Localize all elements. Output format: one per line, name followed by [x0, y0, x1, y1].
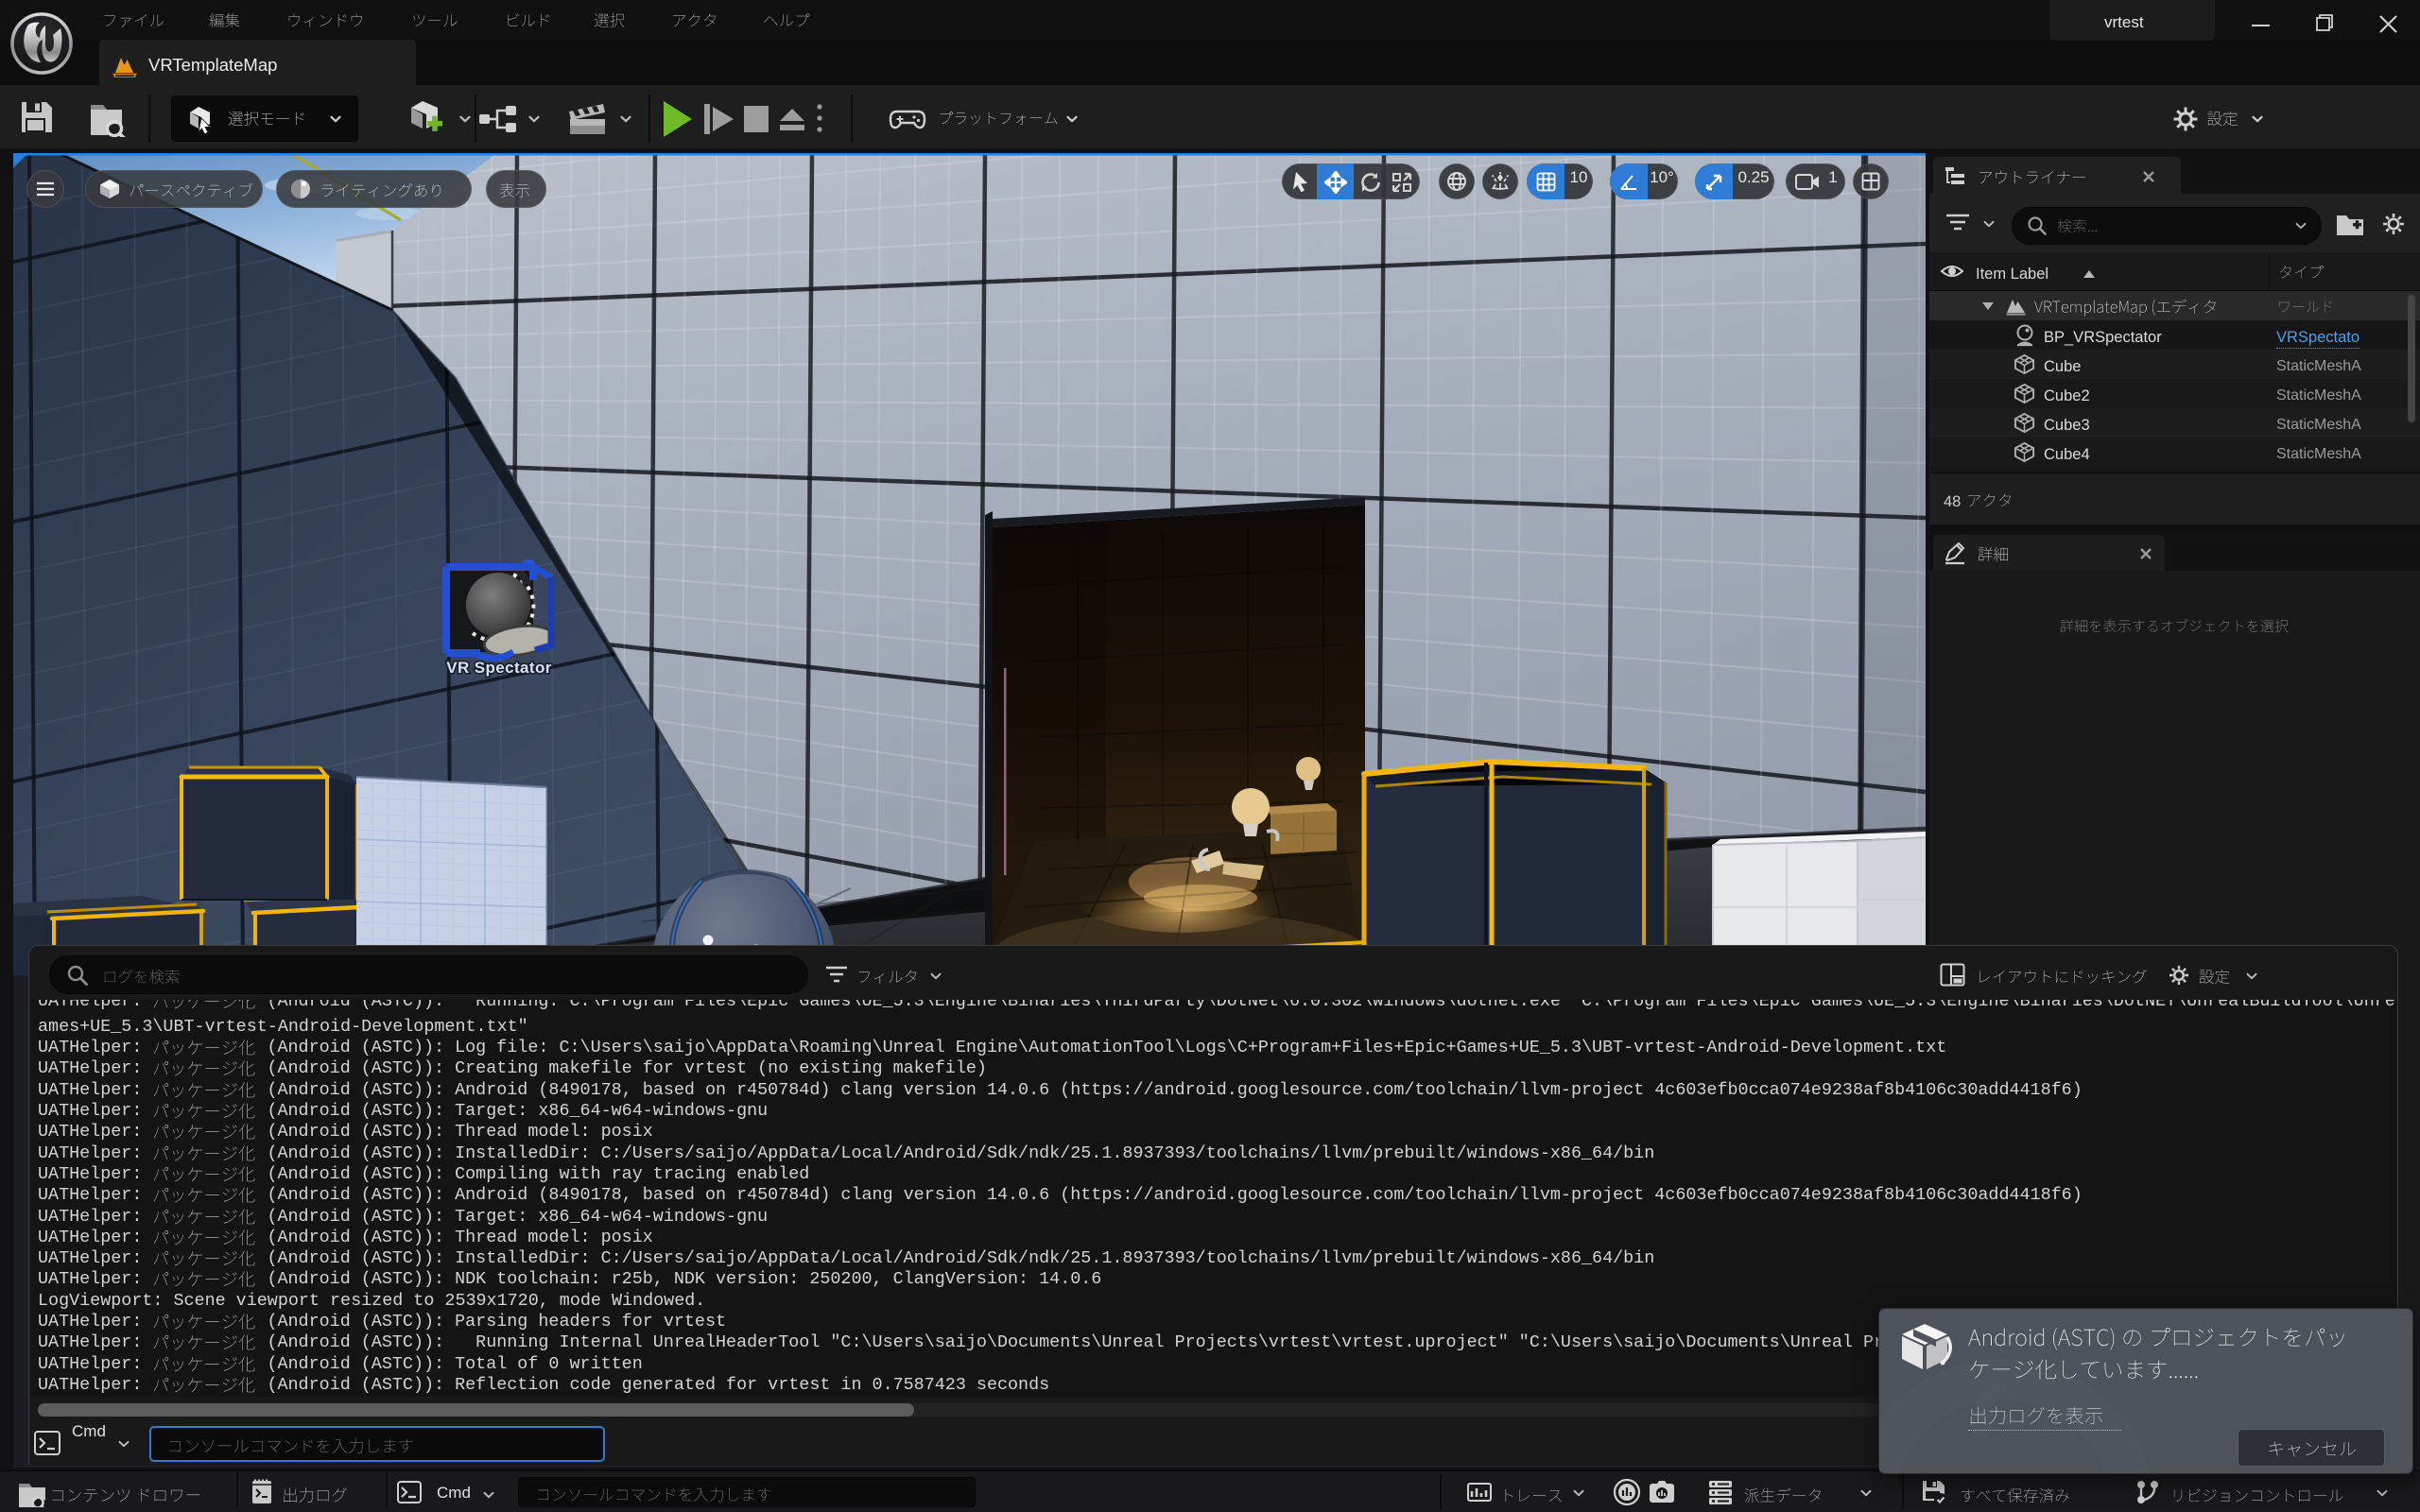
svg-text:VR Spectator: VR Spectator: [446, 659, 552, 677]
